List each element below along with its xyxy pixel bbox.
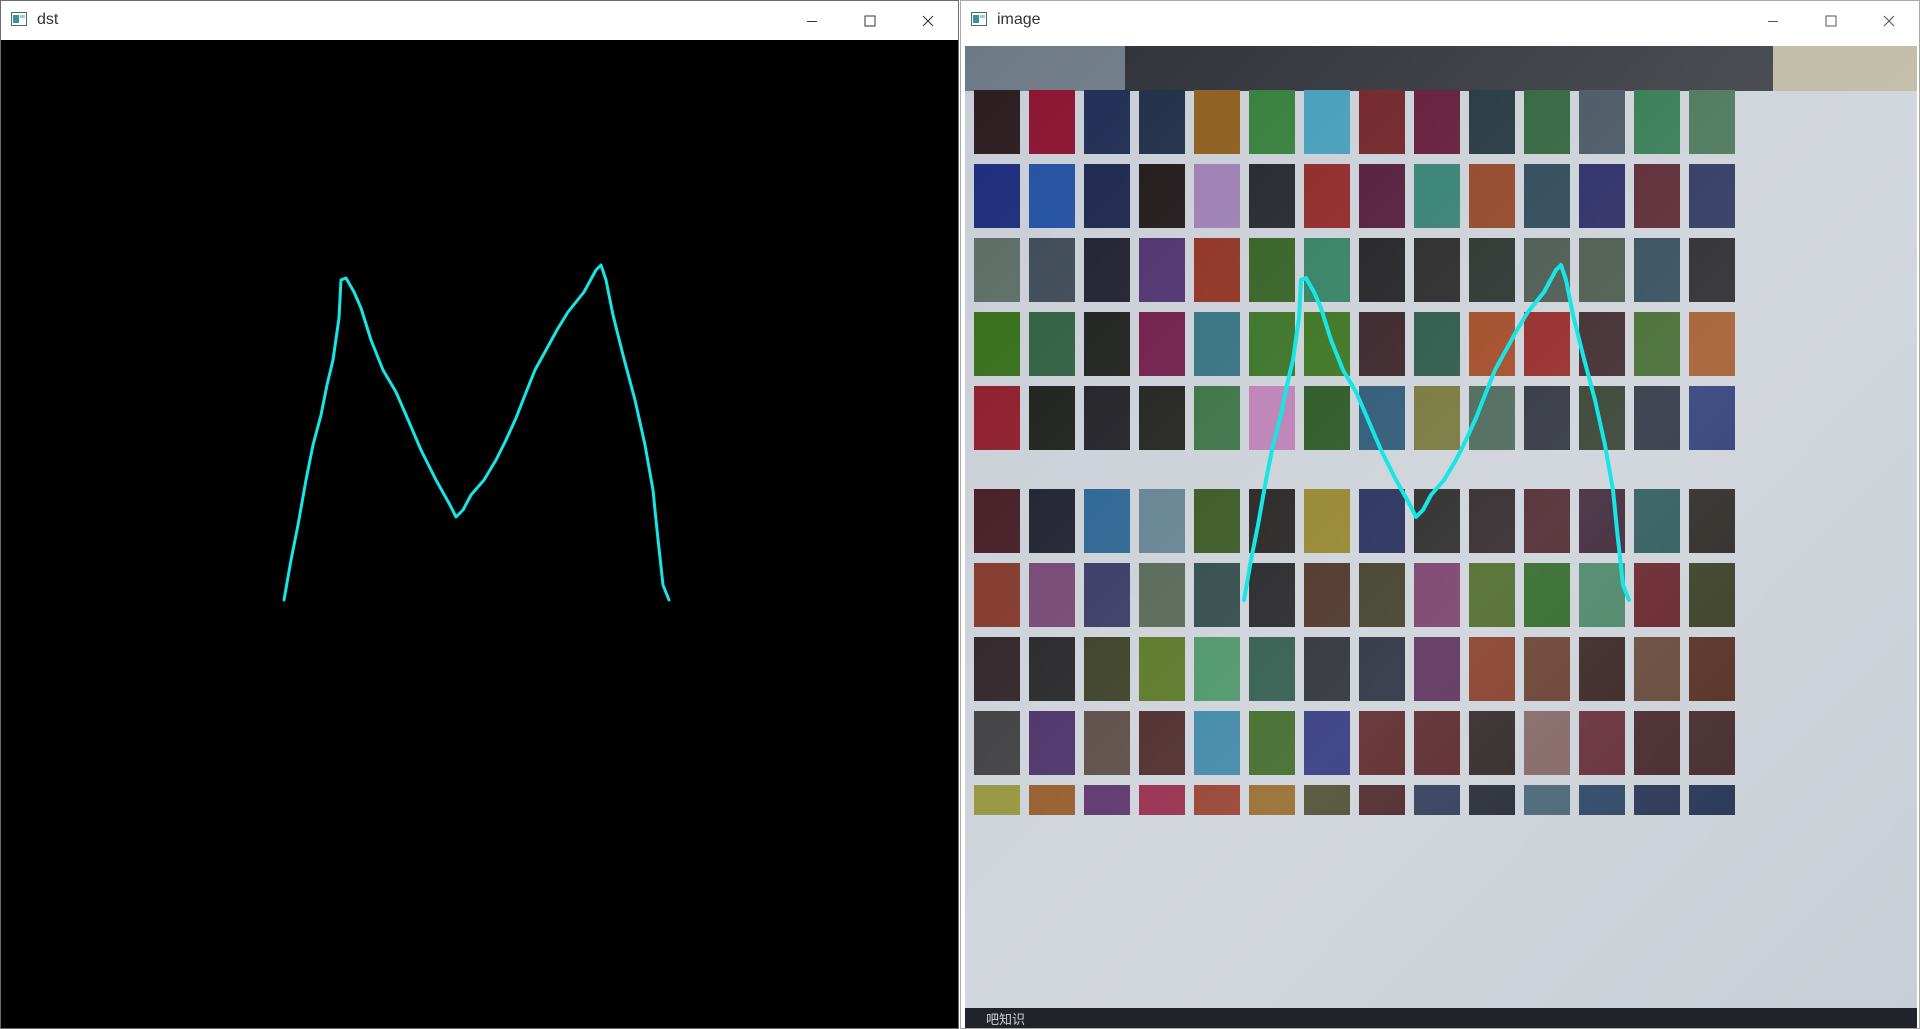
minimize-icon (1768, 20, 1778, 22)
maximize-button[interactable] (841, 1, 899, 40)
app-window-icon (11, 11, 27, 27)
footer-watermark: 吧知识 (986, 1012, 1025, 1028)
window-title: image (997, 11, 1041, 28)
maximize-icon (1825, 15, 1837, 26)
title-bar[interactable]: image (961, 1, 1919, 40)
color-chart-photo: 吧知识 (965, 46, 1917, 1028)
app-window-icon (971, 11, 987, 27)
minimize-icon (807, 20, 817, 22)
maximize-icon (864, 15, 876, 26)
title-bar[interactable]: dst (1, 1, 958, 40)
window-image[interactable]: image 吧知识 (960, 0, 1920, 1029)
minimize-button[interactable] (783, 1, 841, 40)
maximize-button[interactable] (1802, 1, 1860, 40)
window-dst[interactable]: dst (0, 0, 959, 1029)
photo-glare (965, 46, 1917, 1028)
minimize-button[interactable] (1744, 1, 1802, 40)
image-canvas[interactable]: 吧知识 (961, 40, 1919, 1028)
close-button[interactable] (899, 1, 957, 40)
dst-canvas[interactable] (1, 40, 958, 1028)
close-icon (922, 15, 934, 26)
window-title: dst (37, 11, 59, 28)
close-icon (1883, 15, 1895, 26)
drawn-stroke-m (282, 263, 671, 602)
close-button[interactable] (1860, 1, 1918, 40)
photo-bottom-strip (965, 1008, 1917, 1028)
